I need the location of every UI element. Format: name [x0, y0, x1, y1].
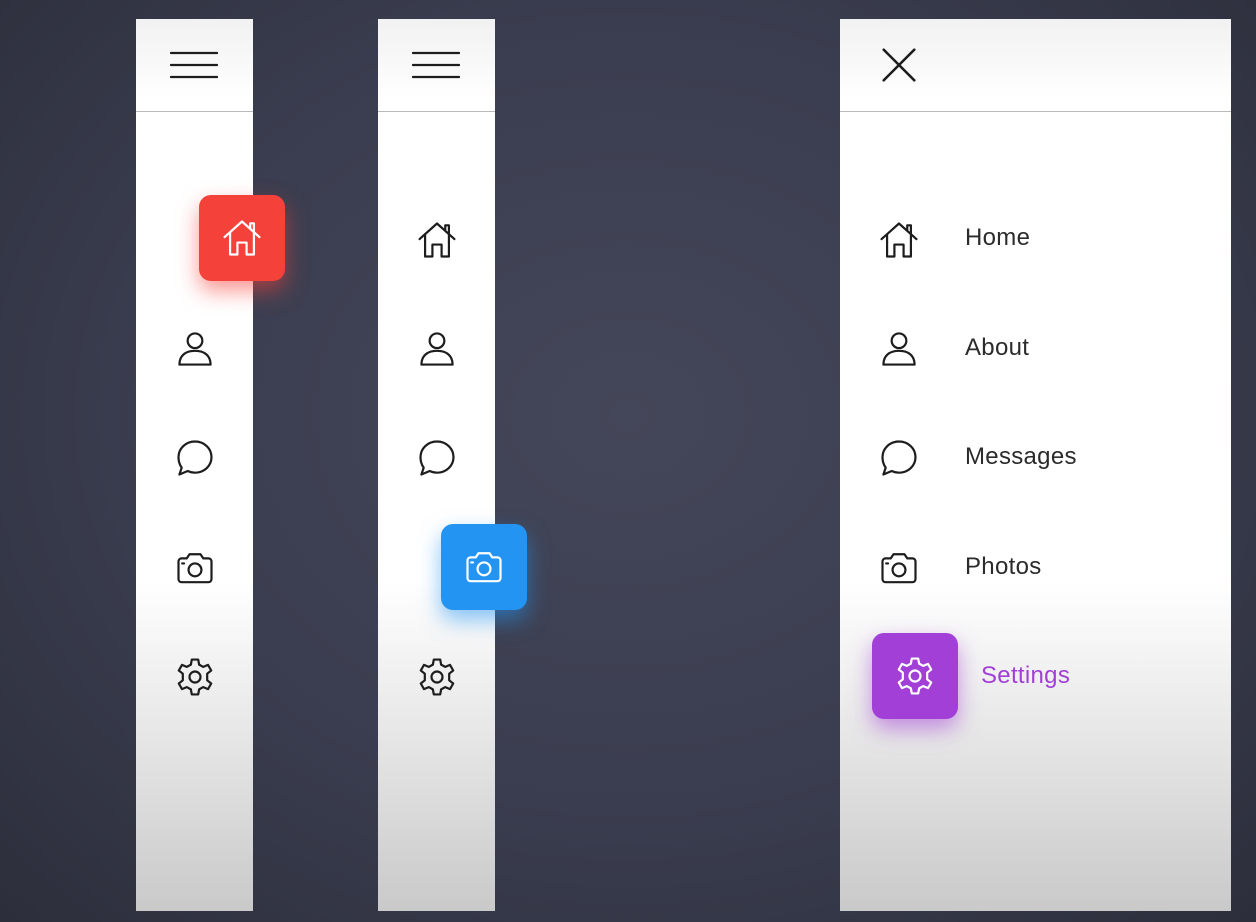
nav-item-messages-label[interactable]: Messages: [965, 442, 1077, 472]
nav-item-settings-active[interactable]: [872, 633, 958, 719]
close-icon: [881, 47, 917, 83]
chat-bubble-icon: [173, 436, 217, 480]
sidebar-expanded-settings-active: Home About Messages Photos Settings: [840, 19, 1231, 911]
nav-item-messages[interactable]: [171, 434, 219, 482]
nav-item-settings[interactable]: [171, 653, 219, 701]
gear-icon: [415, 655, 459, 699]
nav-item-about-label[interactable]: About: [965, 333, 1029, 363]
nav-item-about[interactable]: [171, 325, 219, 373]
sidebar-collapsed-photos-active: [378, 19, 527, 911]
menu-close-button[interactable]: [875, 45, 923, 85]
nav-item-home[interactable]: [413, 216, 461, 264]
nav-item-photos[interactable]: [171, 544, 219, 592]
sidebar-collapsed-home-active: [136, 19, 285, 911]
nav-item-photos-label[interactable]: Photos: [965, 552, 1042, 582]
user-icon: [173, 327, 217, 371]
chat-bubble-icon: [877, 436, 921, 480]
nav-item-photos-active[interactable]: [441, 524, 527, 610]
nav-item-messages[interactable]: [413, 434, 461, 482]
nav-item-home-icon[interactable]: [875, 216, 923, 264]
nav-item-home-active[interactable]: [199, 195, 285, 281]
home-icon: [220, 216, 264, 260]
nav-item-messages-icon[interactable]: [875, 434, 923, 482]
camera-icon: [877, 546, 921, 590]
user-icon: [877, 327, 921, 371]
home-icon: [415, 218, 459, 262]
gear-icon: [893, 654, 937, 698]
camera-icon: [462, 545, 506, 589]
nav-item-settings[interactable]: [413, 653, 461, 701]
chat-bubble-icon: [415, 436, 459, 480]
hamburger-icon: [170, 45, 218, 85]
nav-item-about[interactable]: [413, 325, 461, 373]
sidebar-header: [378, 19, 495, 112]
nav-item-settings-label[interactable]: Settings: [981, 661, 1070, 691]
home-icon: [877, 218, 921, 262]
sidebar-header: [136, 19, 253, 112]
menu-toggle-button[interactable]: [170, 45, 218, 85]
menu-toggle-button[interactable]: [412, 45, 460, 85]
sidebar-header: [840, 19, 1231, 112]
hamburger-icon: [412, 45, 460, 85]
nav-item-home-label[interactable]: Home: [965, 223, 1030, 253]
nav-item-about-icon[interactable]: [875, 325, 923, 373]
camera-icon: [173, 546, 217, 590]
nav-item-photos-icon[interactable]: [875, 544, 923, 592]
user-icon: [415, 327, 459, 371]
gear-icon: [173, 655, 217, 699]
